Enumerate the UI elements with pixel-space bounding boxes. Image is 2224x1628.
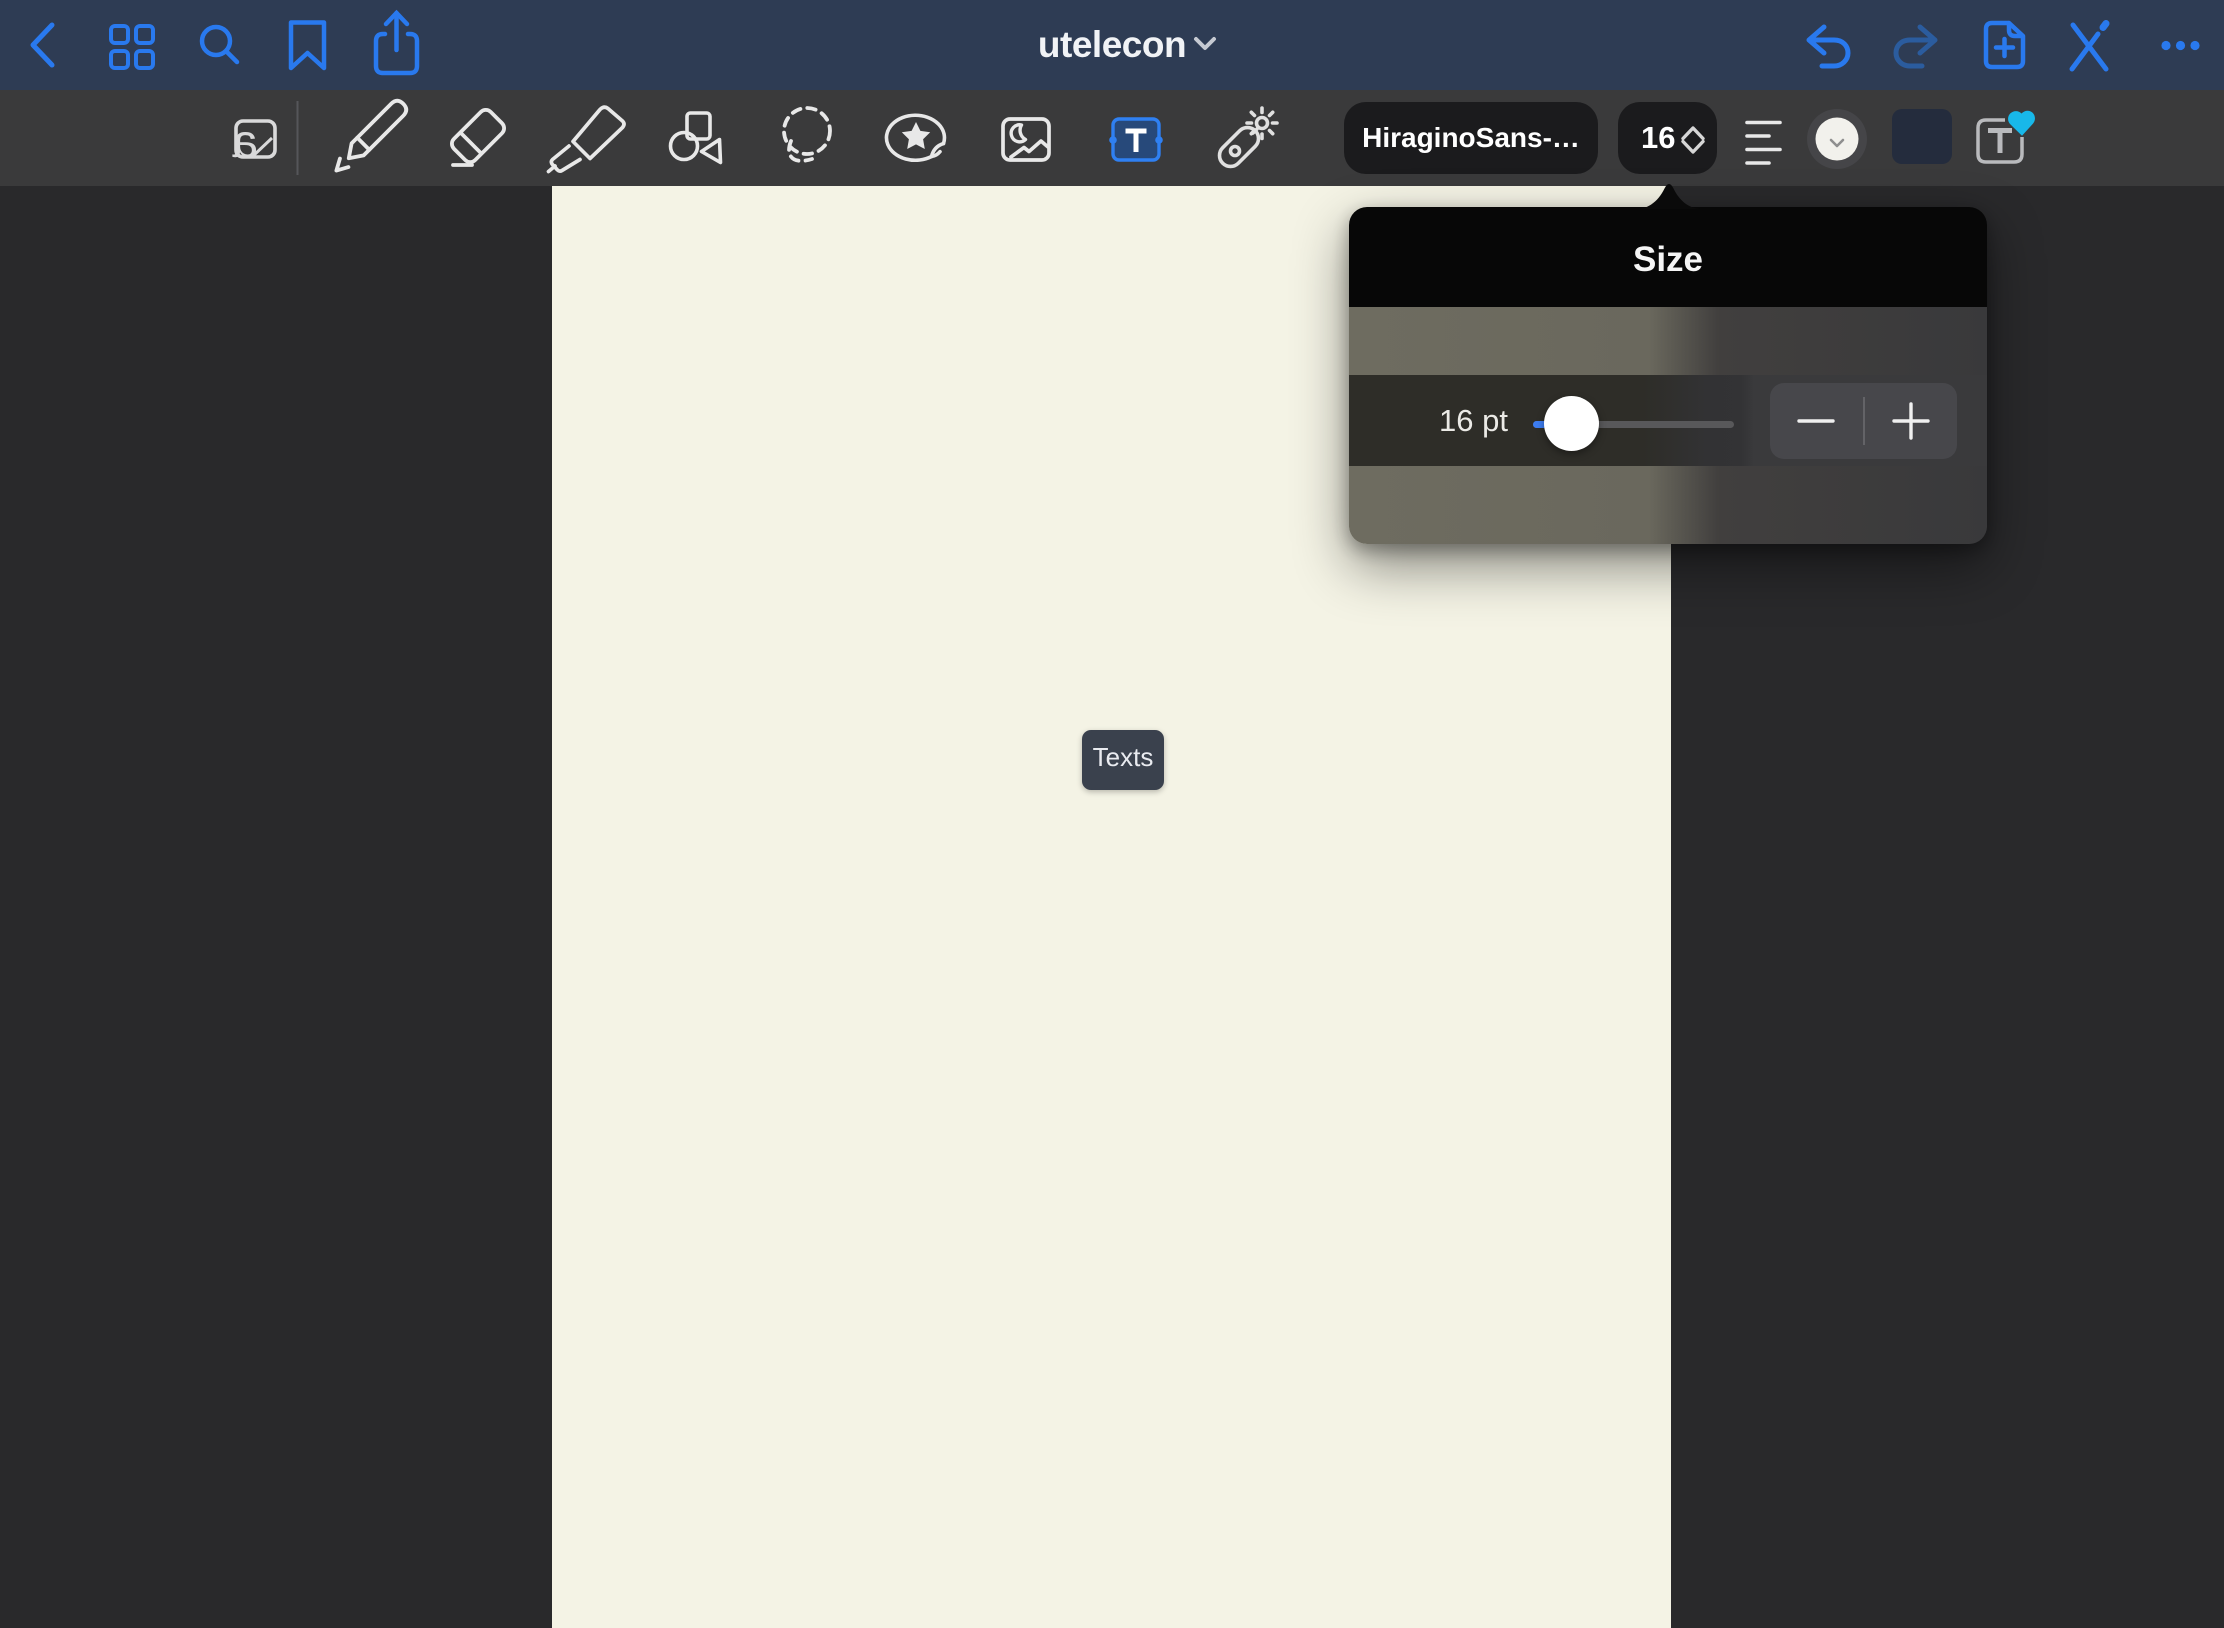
svg-text:a: a [232, 115, 258, 167]
